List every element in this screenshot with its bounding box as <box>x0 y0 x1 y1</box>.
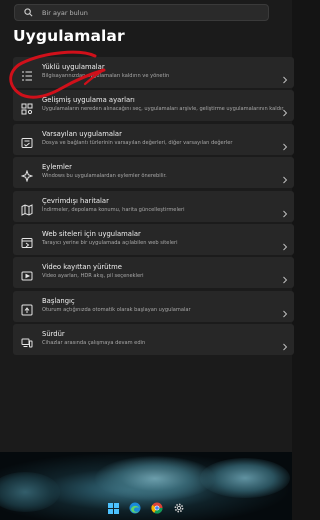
taskbar <box>0 496 292 520</box>
search-placeholder: Bir ayar bulun <box>42 8 88 17</box>
chevron-right-icon <box>282 69 288 84</box>
video-playback-icon <box>21 267 33 281</box>
search-icon <box>23 8 33 18</box>
item-title: Çevrimdışı haritalar <box>42 196 109 205</box>
settings-item-default-apps[interactable]: Varsayılan uygulamalar Dosya ve bağlantı… <box>13 123 294 155</box>
resume-icon <box>21 334 33 348</box>
settings-item-startup[interactable]: Başlangıç Oturum açtığınızda otomatik ol… <box>13 290 294 322</box>
chevron-right-icon <box>282 169 288 184</box>
edge-icon[interactable] <box>129 502 142 515</box>
actions-icon <box>20 167 34 183</box>
item-title: Yüklü uygulamalar <box>42 63 105 71</box>
settings-item-video-playback[interactable]: Video kayıttan yürütme Video ayarları, H… <box>13 257 294 289</box>
settings-item-installed-apps[interactable]: Yüklü uygulamalar Bilgisayarınızdan uygu… <box>13 57 294 88</box>
startup-icon <box>21 301 33 316</box>
settings-item-advanced-app-settings[interactable]: Gelişmiş uygulama ayarları Uygulamaların… <box>13 90 294 122</box>
item-title: Video kayıttan yürütme <box>42 263 122 272</box>
chevron-right-icon <box>282 269 288 284</box>
chevron-right-icon <box>282 336 288 351</box>
settings-item-offline-maps[interactable]: Çevrimdışı haritalar İndirmeler, depolam… <box>13 190 294 222</box>
settings-gear-icon[interactable] <box>173 502 186 515</box>
windows-start-icon[interactable] <box>107 502 120 515</box>
chevron-right-icon <box>282 102 288 117</box>
installed-apps-icon <box>21 67 33 81</box>
item-title: Gelişmiş uygulama ayarları <box>42 96 135 105</box>
settings-window: Bir ayar bulun Uygulamalar Yüklü uygulam… <box>0 0 294 452</box>
settings-item-apps-for-websites[interactable]: Web siteleri için uygulamalar Tarayıcı y… <box>13 223 294 255</box>
page-title: Uygulamalar <box>13 27 125 45</box>
item-title: Sürdür <box>42 330 65 339</box>
item-title: Başlangıç <box>42 296 75 305</box>
item-subtitle: Bilgisayarınızdan uygulamaları kaldırın … <box>42 73 170 79</box>
search-box[interactable]: Bir ayar bulun <box>14 4 269 21</box>
item-title: Eylemler <box>42 163 72 172</box>
item-subtitle: Windows bu uygulamalardan eylemler önere… <box>42 173 167 180</box>
item-subtitle: İndirmeler, depolama konumu, harita günc… <box>42 206 185 213</box>
chevron-right-icon <box>282 136 288 151</box>
item-subtitle: Tarayıcı yerine bir uygulamada açılabile… <box>42 239 178 246</box>
chevron-right-icon <box>282 236 288 251</box>
offline-maps-icon <box>21 201 33 216</box>
item-subtitle: Oturum açtığınızda otomatik olarak başla… <box>42 306 191 313</box>
item-subtitle: Cihazlar arasında çalışmaya devam edin <box>42 340 146 347</box>
item-subtitle: Uygulamaların nereden alınacağını seç, u… <box>42 106 284 113</box>
settings-list: Yüklü uygulamalar Bilgisayarınızdan uygu… <box>13 57 294 358</box>
item-title: Varsayılan uygulamalar <box>42 129 122 138</box>
advanced-settings-icon <box>21 100 33 115</box>
chevron-right-icon <box>282 303 288 318</box>
settings-item-resume[interactable]: Sürdür Cihazlar arasında çalışmaya devam… <box>13 324 294 356</box>
chrome-icon[interactable] <box>151 502 164 515</box>
default-apps-icon <box>21 134 33 148</box>
apps-for-websites-icon <box>21 234 33 248</box>
item-title: Web siteleri için uygulamalar <box>42 229 141 238</box>
settings-item-actions[interactable]: Eylemler Windows bu uygulamalardan eylem… <box>13 157 294 189</box>
item-subtitle: Dosya ve bağlantı türlerinin varsayılan … <box>42 139 233 146</box>
item-subtitle: Video ayarları, HDR akış, pil seçenekler… <box>42 273 144 280</box>
chevron-right-icon <box>282 203 288 217</box>
